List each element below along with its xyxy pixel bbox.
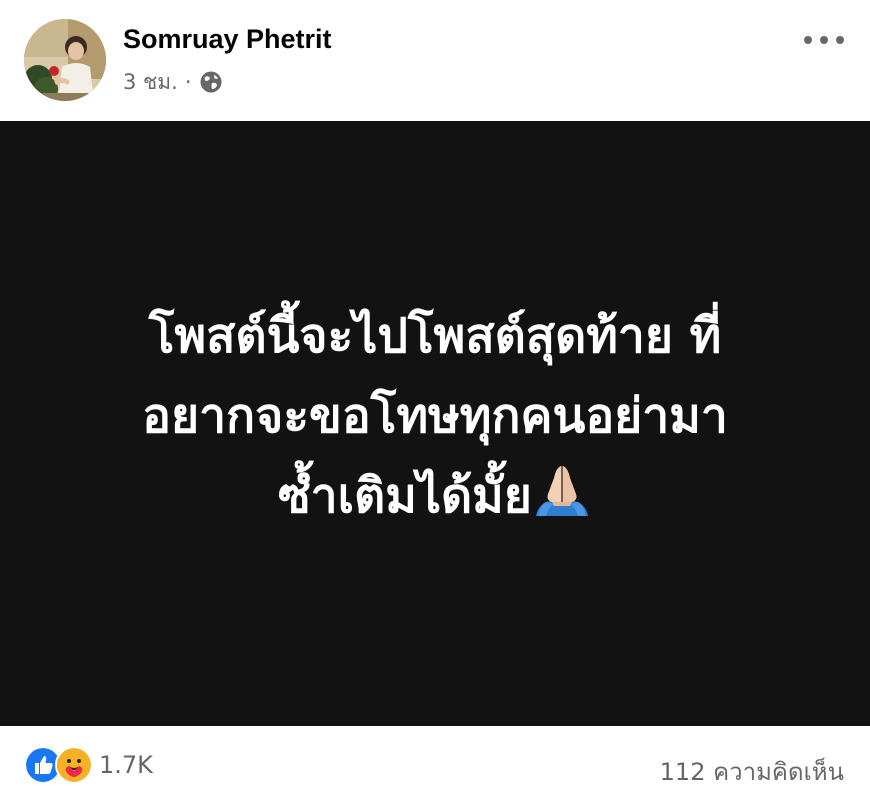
- post-meta: 3 ชม. ·: [123, 67, 223, 97]
- avatar-photo: [24, 19, 106, 101]
- author-name[interactable]: Somruay Phetrit: [123, 24, 332, 55]
- facebook-post: Somruay Phetrit 3 ชม. · โพสต์นี้จะไปโพสต…: [0, 0, 870, 801]
- post-timestamp[interactable]: 3 ชม.: [123, 66, 178, 99]
- globe-icon[interactable]: [199, 70, 223, 94]
- care-icon: [55, 746, 93, 784]
- reactions-summary[interactable]: 1.7K: [24, 746, 153, 784]
- more-dot: [836, 36, 844, 44]
- post-text-line-last: ซ้ำเติมได้มั้ย: [55, 456, 815, 536]
- post-header: Somruay Phetrit 3 ชม. ·: [0, 0, 870, 121]
- post-text-line: โพสต์นี้จะไปโพสต์สุดท้าย ที่: [148, 308, 722, 364]
- post-text-line: อยากจะขอโทษทุกคนอย่ามา: [142, 388, 728, 444]
- comments-count[interactable]: 112 ความคิดเห็น: [660, 752, 844, 791]
- more-dot: [804, 36, 812, 44]
- post-text-line: ซ้ำเติมได้มั้ย: [278, 468, 532, 524]
- post-image-text: โพสต์นี้จะไปโพสต์สุดท้าย ที่ อยากจะขอโทษ…: [55, 296, 815, 536]
- avatar[interactable]: [24, 19, 106, 101]
- post-image[interactable]: โพสต์นี้จะไปโพสต์สุดท้าย ที่ อยากจะขอโทษ…: [0, 121, 870, 726]
- more-options-button[interactable]: [804, 26, 844, 54]
- folded-hands-icon: [532, 462, 592, 518]
- more-dot: [820, 36, 828, 44]
- meta-separator: ·: [184, 70, 192, 94]
- post-footer: 1.7K 112 ความคิดเห็น: [0, 726, 870, 801]
- reaction-count: 1.7K: [99, 751, 153, 779]
